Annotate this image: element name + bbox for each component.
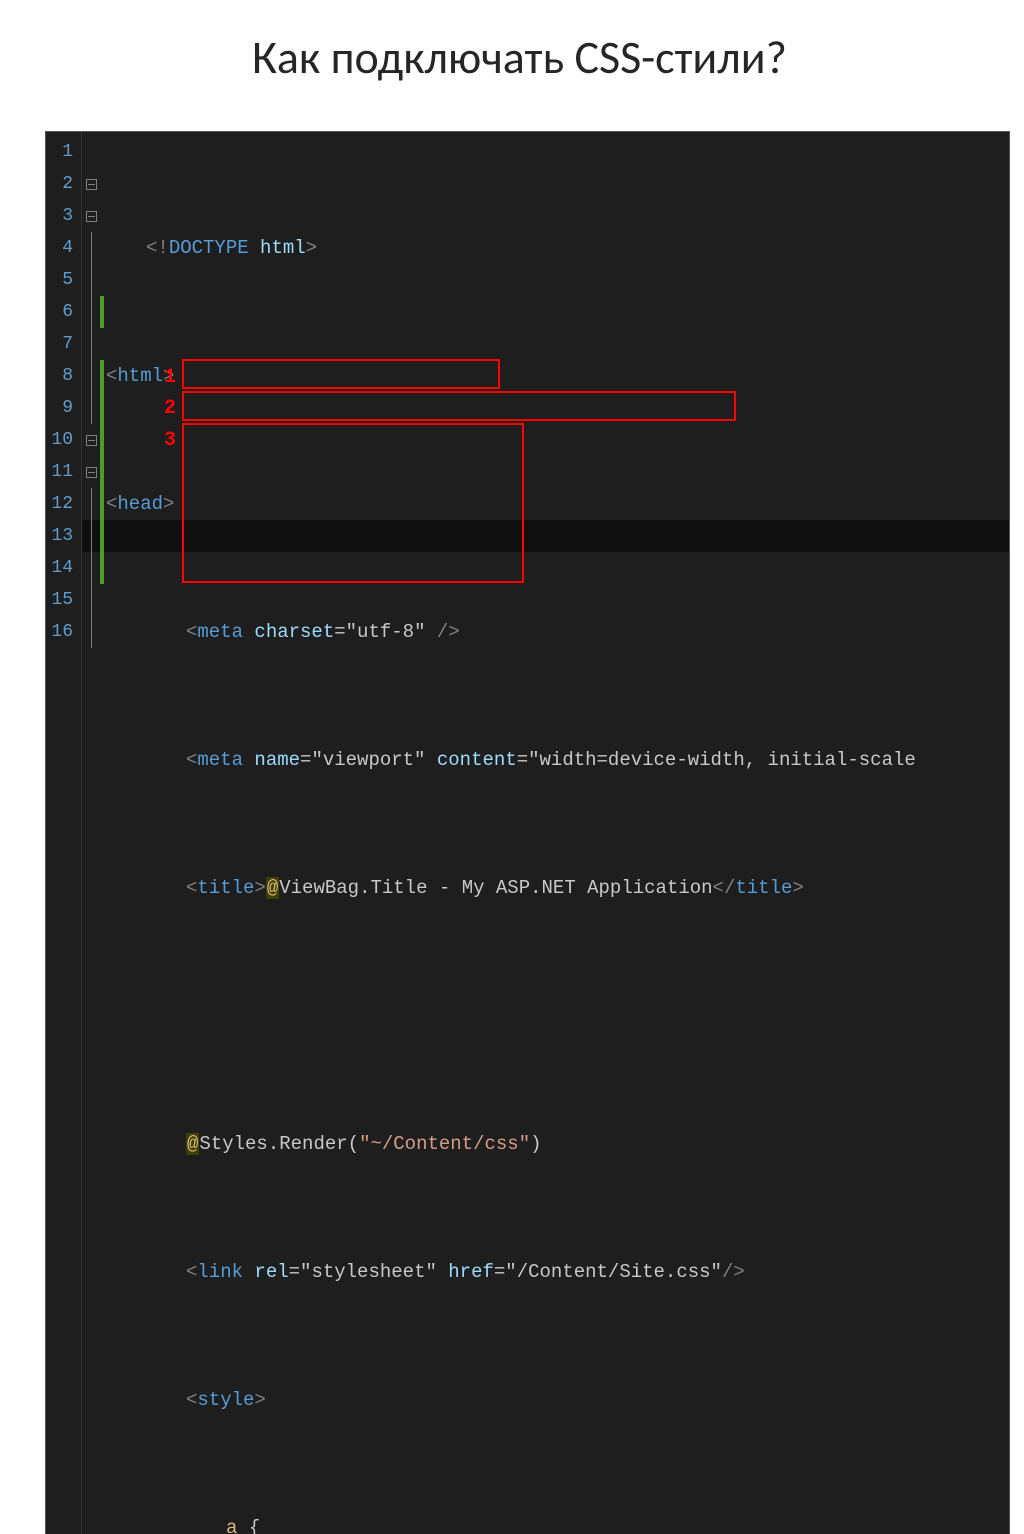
line-number: 13: [46, 520, 81, 552]
line-number: 5: [46, 264, 81, 296]
code-line: [106, 1000, 1009, 1032]
annotation-label-3: 3: [164, 425, 176, 457]
line-number: 16: [46, 616, 81, 648]
fold-icon[interactable]: [86, 435, 97, 446]
line-number: 8: [46, 360, 81, 392]
line-number: 4: [46, 232, 81, 264]
code-line: <style>: [106, 1384, 1009, 1416]
annotation-label-1: 1: [164, 362, 176, 394]
line-number: 2: [46, 168, 81, 200]
code-editor: 1 2 3 4 5 6 7 8 9 10 11 12 13 14 15 16: [45, 131, 1010, 1534]
fold-column: [82, 132, 100, 1534]
line-number: 9: [46, 392, 81, 424]
line-number-gutter: 1 2 3 4 5 6 7 8 9 10 11 12 13 14 15 16: [46, 132, 82, 1534]
code-area[interactable]: <!DOCTYPE html> <html> <head> <meta char…: [106, 132, 1009, 1534]
line-number: 6: [46, 296, 81, 328]
code-line: <head>: [106, 488, 1009, 520]
code-line: <html>: [106, 360, 1009, 392]
line-number: 3: [46, 200, 81, 232]
line-number: 10: [46, 424, 81, 456]
line-number: 7: [46, 328, 81, 360]
line-number: 15: [46, 584, 81, 616]
code-line: <meta name="viewport" content="width=dev…: [106, 744, 1009, 776]
code-line: <link rel="stylesheet" href="/Content/Si…: [106, 1256, 1009, 1288]
code-line: <meta charset="utf-8" />: [106, 616, 1009, 648]
fold-icon[interactable]: [86, 211, 97, 222]
code-line: @Styles.Render("~/Content/css"): [106, 1128, 1009, 1160]
fold-icon[interactable]: [86, 179, 97, 190]
line-number: 14: [46, 552, 81, 584]
slide: Как подключать CSS-стили? 1 2 3 4 5 6 7 …: [0, 0, 1024, 767]
line-number: 11: [46, 456, 81, 488]
code-line: <!DOCTYPE html>: [106, 232, 1009, 264]
line-number: 12: [46, 488, 81, 520]
code-line: <title>@ViewBag.Title - My ASP.NET Appli…: [106, 872, 1009, 904]
line-number: 1: [46, 136, 81, 168]
code-line: a {: [106, 1512, 1009, 1534]
modification-margin: [100, 132, 104, 1534]
slide-title: Как подключать CSS-стили?: [45, 30, 994, 86]
fold-icon[interactable]: [86, 467, 97, 478]
annotation-label-2: 2: [164, 393, 176, 425]
